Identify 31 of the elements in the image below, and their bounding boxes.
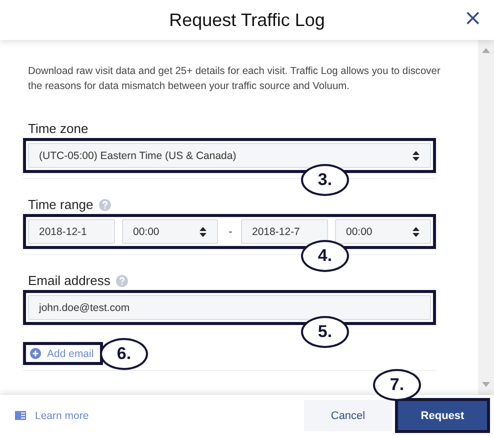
range-separator: - [228,226,234,238]
email-field[interactable]: john.doe@test.com [28,295,431,320]
close-button[interactable]: × [462,7,484,31]
step-number-badge: 7. [373,369,421,401]
add-email-link[interactable]: Add email [47,348,94,360]
field-label: Time range [28,197,94,212]
help-icon[interactable] [99,198,112,210]
end-time-select[interactable]: 00:00 [335,219,431,244]
start-time-select[interactable]: 00:00 [122,219,218,244]
end-date-field[interactable]: 2018-12-7 [241,219,328,244]
scroll-up-icon[interactable] [482,48,490,53]
sort-icon [412,226,420,238]
request-button[interactable]: Request [398,401,487,430]
sort-icon [199,226,207,238]
sort-icon [412,150,420,162]
dialog-title: Request Traffic Log [169,10,325,30]
plus-icon [30,348,41,359]
timezone-select[interactable]: (UTC-05:00) Eastern Time (US & Canada) [28,143,431,168]
step-number-badge: 6. [100,338,148,370]
field-label: Email address [28,273,110,288]
step-number-badge: 3. [301,164,349,196]
scroll-down-icon[interactable] [482,382,490,387]
start-date-field[interactable]: 2018-12-1 [28,219,115,244]
description-text: Download raw visit data and get 25+ details for each visit. Traffic Log allows you to discover the reasons for data mismatch between your traffic source and Voluum. [28,65,442,94]
field-label: Time zone [28,121,90,136]
book-icon [15,411,26,420]
cancel-button[interactable]: Cancel [304,400,392,431]
learn-more-link[interactable]: Learn more [35,410,89,422]
step-number-badge: 4. [301,240,349,272]
help-icon[interactable] [116,274,128,286]
step-number-badge: 5. [301,316,349,348]
